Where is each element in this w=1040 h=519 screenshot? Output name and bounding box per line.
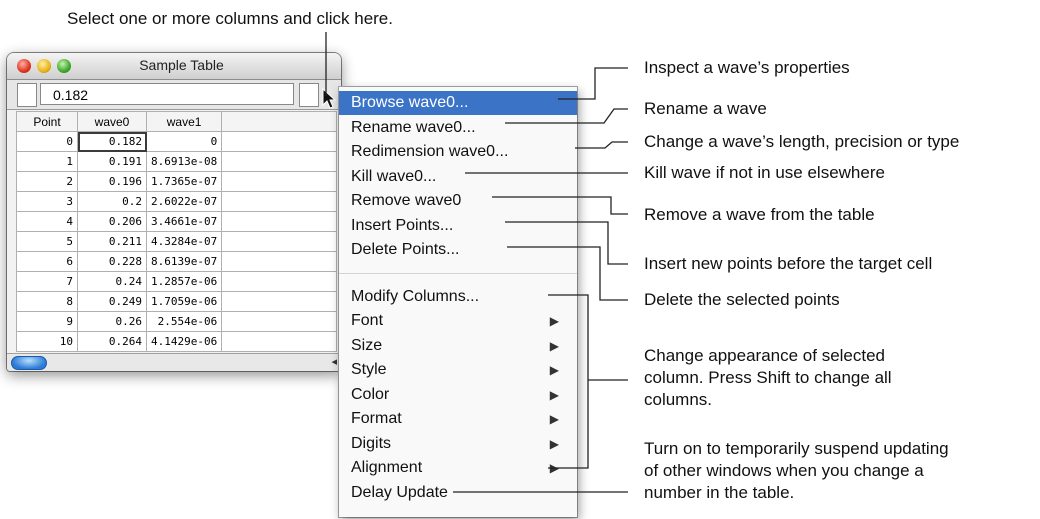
- callout-appearance: Change appearance of selected column. Pr…: [644, 346, 892, 409]
- leader-delete: [507, 246, 628, 301]
- leader-inspect: [558, 67, 628, 100]
- callout-inspect: Inspect a wave’s properties: [644, 58, 850, 77]
- callout-remove: Remove a wave from the table: [644, 205, 875, 224]
- callout-insert: Insert new points before the target cell: [644, 254, 933, 273]
- callout-kill: Kill wave if not in use elsewhere: [644, 163, 885, 182]
- leader-rename: [505, 108, 628, 124]
- callout-redimension: Change a wave’s length, precision or typ…: [644, 132, 960, 151]
- callout-rename: Rename a wave: [644, 99, 767, 118]
- callout-delay: Turn on to temporarily suspend updating …: [644, 439, 949, 502]
- leader-appearance-bracket: [548, 294, 589, 469]
- leader-redimension: [575, 141, 628, 149]
- leader-remove: [492, 196, 628, 215]
- leader-insert: [505, 221, 628, 265]
- callout-delete: Delete the selected points: [644, 290, 840, 309]
